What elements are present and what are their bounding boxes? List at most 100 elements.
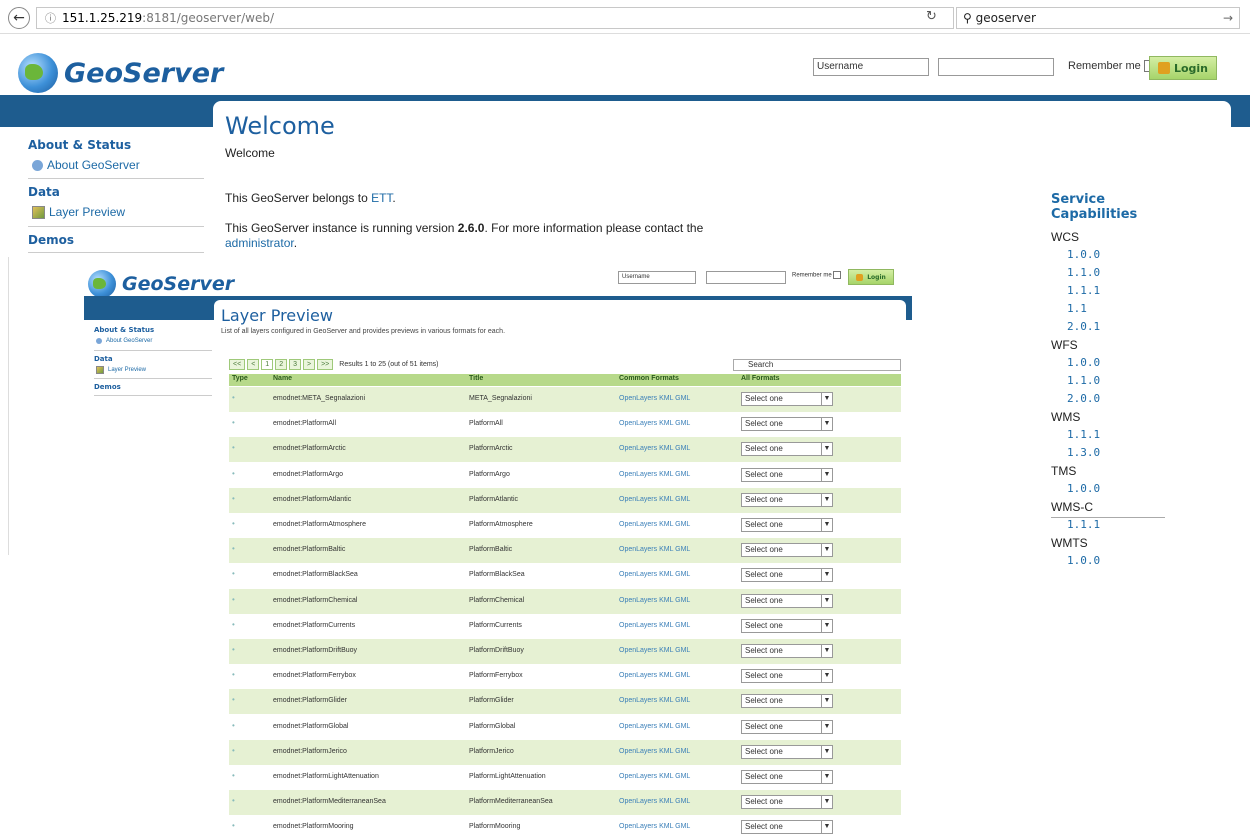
capability-link[interactable]: 2.0.0 — [1051, 390, 1171, 408]
common-formats-links[interactable]: OpenLayers KML GML — [619, 697, 690, 704]
capability-link[interactable]: 1.0.0 — [1051, 480, 1171, 498]
chevron-down-icon[interactable]: ▼ — [821, 443, 832, 456]
all-formats-select[interactable]: Select one ▼ — [741, 795, 833, 810]
common-formats-links[interactable]: OpenLayers KML GML — [619, 748, 690, 755]
all-formats-select[interactable]: Select one ▼ — [741, 820, 833, 835]
chevron-down-icon[interactable]: ▼ — [821, 695, 832, 708]
capability-link[interactable]: 1.1.1 — [1051, 516, 1171, 534]
chevron-down-icon[interactable]: ▼ — [821, 418, 832, 431]
pager-button[interactable]: >> — [317, 359, 334, 370]
chevron-down-icon[interactable]: ▼ — [821, 519, 832, 531]
chevron-down-icon[interactable]: ▼ — [821, 745, 832, 758]
common-formats-links[interactable]: OpenLayers KML GML — [619, 471, 690, 478]
username-input[interactable]: Username — [813, 58, 929, 76]
common-formats-links[interactable]: OpenLayers KML GML — [619, 445, 690, 452]
all-formats-select[interactable]: Select one ▼ — [741, 719, 833, 734]
all-formats-select[interactable]: Select one ▼ — [741, 392, 833, 406]
pager-button[interactable]: 3 — [289, 359, 301, 370]
sidebar-item-about-geoserver[interactable]: About GeoServer — [96, 338, 152, 344]
back-arrow-icon[interactable]: ← — [8, 7, 30, 29]
capability-link[interactable]: 1.1.0 — [1051, 264, 1171, 282]
common-formats-links[interactable]: OpenLayers KML GML — [619, 622, 690, 629]
capability-link[interactable]: 1.1.1 — [1051, 426, 1171, 444]
column-header-title[interactable]: Title — [469, 375, 483, 382]
chevron-down-icon[interactable]: ▼ — [821, 493, 832, 506]
username-input-small[interactable]: Username — [618, 271, 696, 284]
browser-search-input[interactable]: ⚲ geoserver → — [956, 7, 1240, 29]
all-formats-select[interactable]: Select one ▼ — [741, 644, 833, 658]
chevron-down-icon[interactable]: ▼ — [821, 821, 832, 834]
chevron-down-icon[interactable]: ▼ — [821, 569, 832, 582]
column-header-name[interactable]: Name — [273, 375, 292, 382]
common-formats-links[interactable]: OpenLayers KML GML — [619, 672, 690, 679]
sidebar-item-about-geoserver[interactable]: About GeoServer — [32, 158, 140, 172]
geoserver-logo[interactable]: GeoServer — [18, 53, 223, 93]
all-formats-select[interactable]: Select one ▼ — [741, 744, 833, 759]
reload-icon[interactable]: ↻ — [926, 9, 937, 24]
column-header-type[interactable]: Type — [232, 375, 248, 382]
column-header-all-formats[interactable]: All Formats — [741, 375, 780, 382]
sidebar-item-demos[interactable]: Demos — [28, 233, 74, 247]
login-button-small[interactable]: Login — [848, 269, 894, 285]
chevron-down-icon[interactable]: ▼ — [821, 670, 832, 683]
chevron-down-icon[interactable]: ▼ — [821, 645, 832, 657]
all-formats-select[interactable]: Select one ▼ — [741, 770, 833, 784]
capability-link[interactable]: 1.1.0 — [1051, 372, 1171, 390]
chevron-down-icon[interactable]: ▼ — [821, 796, 832, 809]
capability-link[interactable]: 1.1.1 — [1051, 282, 1171, 300]
common-formats-links[interactable]: OpenLayers KML GML — [619, 395, 690, 402]
chevron-down-icon[interactable]: ▼ — [821, 544, 832, 557]
all-formats-select[interactable]: Select one ▼ — [741, 492, 833, 507]
all-formats-select[interactable]: Select one ▼ — [741, 518, 833, 532]
sidebar-item-layer-preview[interactable]: Layer Preview — [96, 366, 146, 374]
capability-link[interactable]: 1.0.0 — [1051, 246, 1171, 264]
capability-link[interactable]: 1.0.0 — [1051, 354, 1171, 372]
common-formats-links[interactable]: OpenLayers KML GML — [619, 798, 690, 805]
remember-me-checkbox[interactable] — [833, 271, 842, 279]
chevron-down-icon[interactable]: ▼ — [821, 619, 832, 632]
chevron-down-icon[interactable]: ▼ — [821, 720, 832, 733]
column-header-common-formats[interactable]: Common Formats — [619, 375, 679, 382]
all-formats-select[interactable]: Select one ▼ — [741, 694, 833, 709]
all-formats-select[interactable]: Select one ▼ — [741, 467, 833, 482]
common-formats-links[interactable]: OpenLayers KML GML — [619, 420, 690, 427]
common-formats-links[interactable]: OpenLayers KML GML — [619, 546, 690, 553]
common-formats-links[interactable]: OpenLayers KML GML — [619, 647, 690, 654]
address-bar[interactable]: ⓘ 151.1.25.219:8181/geoserver/web/ — [36, 7, 954, 29]
all-formats-select[interactable]: Select one ▼ — [741, 618, 833, 633]
capability-link[interactable]: 1.0.0 — [1051, 552, 1171, 570]
all-formats-select[interactable]: Select one ▼ — [741, 568, 833, 583]
password-input[interactable] — [938, 58, 1054, 76]
sidebar-item-layer-preview[interactable]: Layer Preview — [32, 205, 125, 219]
password-input-small[interactable] — [706, 271, 786, 284]
pager-button[interactable]: > — [303, 359, 316, 370]
chevron-down-icon[interactable]: ▼ — [821, 468, 832, 481]
all-formats-select[interactable]: Select one ▼ — [741, 593, 833, 608]
common-formats-links[interactable]: OpenLayers KML GML — [619, 823, 690, 830]
common-formats-links[interactable]: OpenLayers KML GML — [619, 723, 690, 730]
layer-search-input[interactable]: Search — [733, 359, 901, 371]
chevron-down-icon[interactable]: ▼ — [821, 771, 832, 783]
capability-link[interactable]: 2.0.1 — [1051, 318, 1171, 336]
pager-button[interactable]: 2 — [275, 359, 288, 370]
arrow-right-icon[interactable]: → — [1223, 8, 1233, 28]
all-formats-select[interactable]: Select one ▼ — [741, 417, 833, 432]
common-formats-links[interactable]: OpenLayers KML GML — [619, 571, 690, 578]
sidebar-item-demos[interactable]: Demos — [94, 383, 121, 391]
pager-button[interactable]: << — [229, 359, 246, 370]
capability-link[interactable]: 1.1 — [1051, 300, 1171, 318]
common-formats-links[interactable]: OpenLayers KML GML — [619, 521, 690, 528]
chevron-down-icon[interactable]: ▼ — [821, 393, 832, 405]
all-formats-select[interactable]: Select one ▼ — [741, 442, 833, 457]
common-formats-links[interactable]: OpenLayers KML GML — [619, 496, 690, 503]
all-formats-select[interactable]: Select one ▼ — [741, 669, 833, 684]
administrator-link[interactable]: administrator — [225, 236, 294, 250]
common-formats-links[interactable]: OpenLayers KML GML — [619, 597, 690, 604]
login-button[interactable]: Login — [1149, 56, 1217, 80]
geoserver-logo-small[interactable]: GeoServer — [88, 270, 234, 298]
pager-button[interactable]: < — [247, 359, 260, 370]
chevron-down-icon[interactable]: ▼ — [821, 594, 832, 607]
pager-button[interactable]: 1 — [261, 359, 274, 370]
common-formats-links[interactable]: OpenLayers KML GML — [619, 773, 690, 780]
all-formats-select[interactable]: Select one ▼ — [741, 543, 833, 558]
